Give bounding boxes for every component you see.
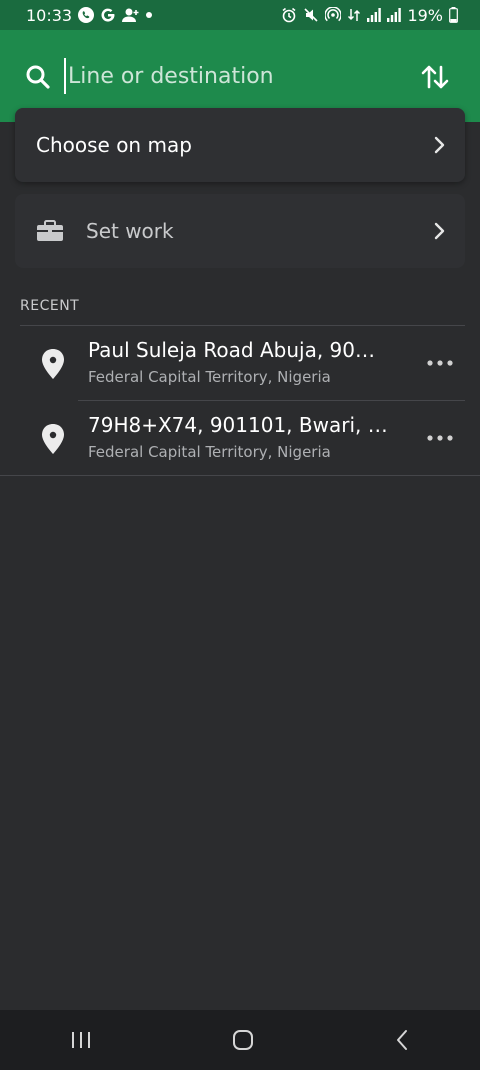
location-pin-icon	[40, 423, 66, 455]
recent-section-title: RECENT	[20, 298, 80, 314]
home-icon[interactable]	[232, 1029, 254, 1051]
recent-item-title: Paul Suleja Road Abuja, 90…	[88, 338, 375, 362]
recent-apps-icon[interactable]	[70, 1030, 92, 1050]
battery-percent: 19%	[407, 5, 443, 25]
divider	[0, 475, 480, 476]
status-time: 10:33	[26, 5, 73, 25]
recent-item[interactable]: 79H8+X74, 901101, Bwari, F… Federal Capi…	[0, 401, 480, 475]
set-work-label: Set work	[86, 219, 174, 243]
more-options-icon[interactable]	[426, 352, 454, 374]
google-icon	[100, 7, 116, 23]
choose-on-map-label: Choose on map	[36, 133, 192, 157]
search-icon[interactable]	[24, 63, 52, 91]
location-pin-icon	[40, 348, 66, 380]
swap-direction-icon[interactable]	[418, 60, 452, 94]
chevron-right-icon	[433, 135, 447, 155]
status-bar: 10:33 19%	[0, 0, 480, 30]
set-work-option[interactable]: Set work	[15, 194, 465, 268]
signal-icon	[367, 8, 382, 22]
search-input[interactable]	[64, 58, 398, 94]
chevron-right-icon	[433, 221, 447, 241]
signal-icon-2	[387, 8, 402, 22]
system-navigation-bar	[0, 1010, 480, 1070]
notification-dot-icon	[146, 12, 153, 18]
phone-call-icon	[78, 7, 95, 23]
recent-item-subtitle: Federal Capital Territory, Nigeria	[88, 368, 331, 386]
more-options-icon[interactable]	[426, 427, 454, 449]
recent-item-subtitle: Federal Capital Territory, Nigeria	[88, 443, 331, 461]
back-icon[interactable]	[394, 1029, 410, 1051]
mute-icon	[303, 7, 319, 23]
briefcase-icon	[36, 220, 64, 242]
recent-item[interactable]: Paul Suleja Road Abuja, 90… Federal Capi…	[0, 326, 480, 400]
hotspot-icon	[325, 7, 342, 23]
battery-icon	[449, 7, 458, 23]
recent-item-title: 79H8+X74, 901101, Bwari, F…	[88, 413, 398, 437]
alarm-icon	[281, 7, 297, 23]
data-arrows-icon	[347, 7, 361, 23]
person-add-icon	[122, 7, 140, 23]
choose-on-map-option[interactable]: Choose on map	[15, 108, 465, 182]
